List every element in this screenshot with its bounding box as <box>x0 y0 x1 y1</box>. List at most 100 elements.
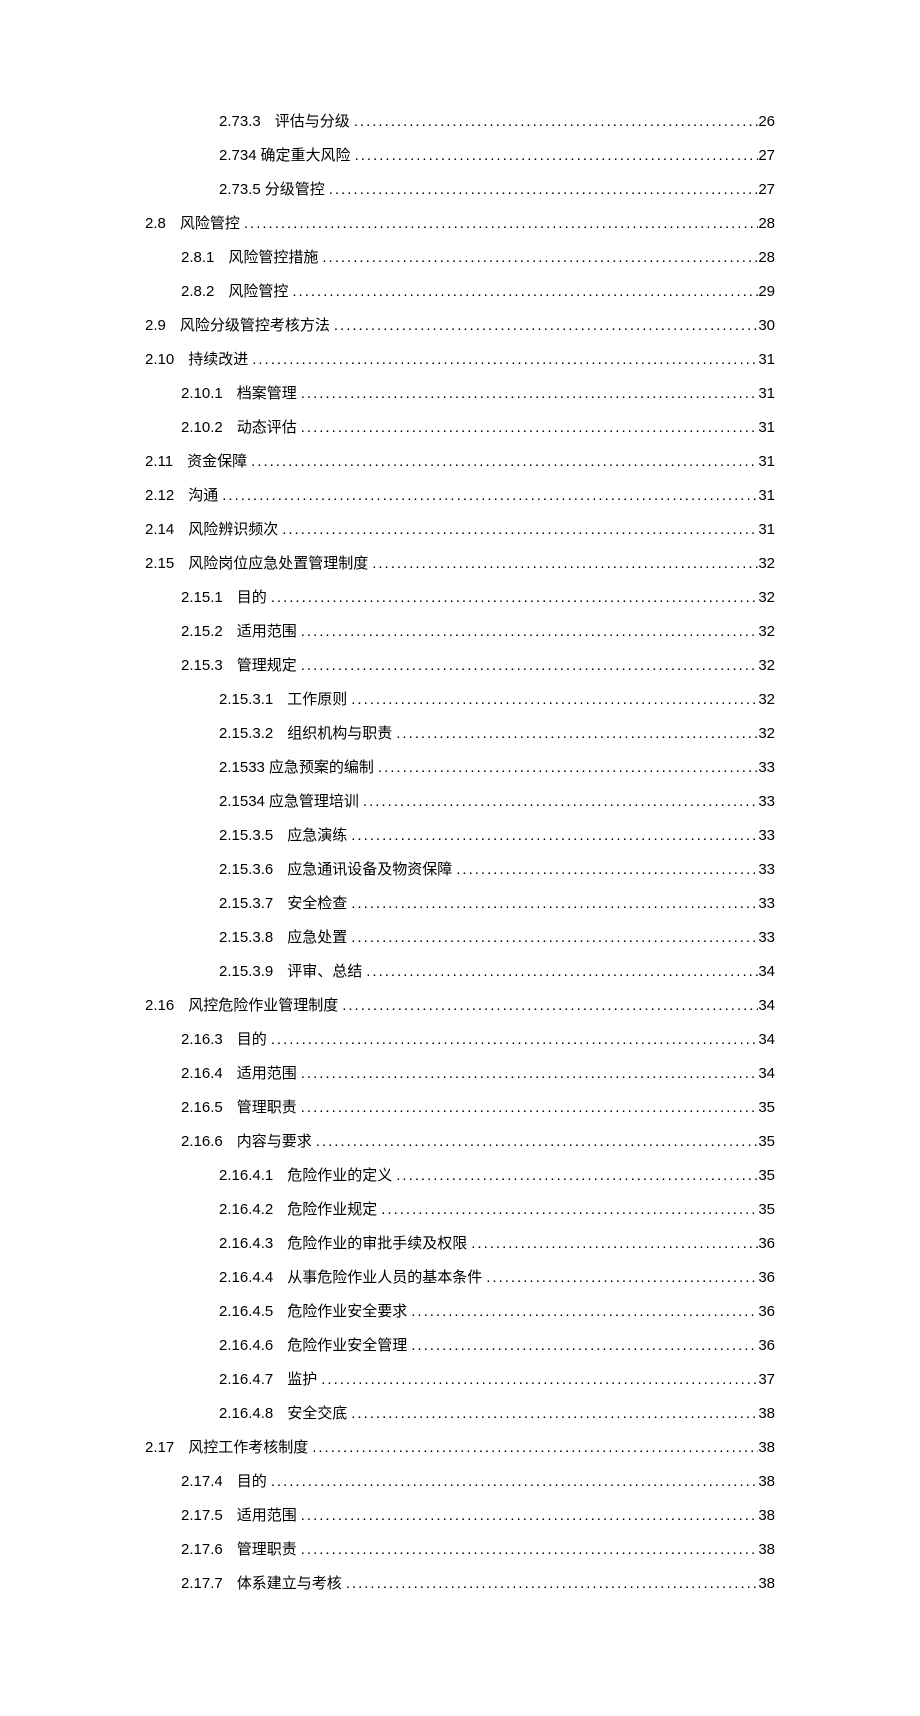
toc-entry-title: 确定重大风险 <box>261 144 351 168</box>
toc-entry[interactable]: 2.8.2风险管控29 <box>145 280 775 304</box>
toc-entry-number: 2.16.6 <box>181 1130 237 1154</box>
toc-entry-number: 2.16.4.6 <box>219 1334 287 1358</box>
toc-entry-number: 2.17.7 <box>181 1572 237 1596</box>
toc-entry[interactable]: 2.15.3.1工作原则32 <box>145 688 775 712</box>
toc-entry-page: 33 <box>758 790 775 814</box>
toc-entry-title: 安全检查 <box>287 892 347 916</box>
toc-entry[interactable]: 2.16.5管理职责35 <box>145 1096 775 1120</box>
toc-entry[interactable]: 2.73.3评估与分级26 <box>145 110 775 134</box>
toc-entry[interactable]: 2.15.3.5应急演练33 <box>145 824 775 848</box>
toc-entry-title: 管理规定 <box>237 654 297 678</box>
toc-leader-dots <box>350 110 759 134</box>
toc-entry-page: 30 <box>758 314 775 338</box>
toc-entry[interactable]: 2.16.4.7监护37 <box>145 1368 775 1392</box>
toc-entry-title: 评审、总结 <box>287 960 362 984</box>
toc-entry[interactable]: 2.12沟通31 <box>145 484 775 508</box>
toc-leader-dots <box>392 722 758 746</box>
toc-entry-title: 适用范围 <box>237 1062 297 1086</box>
toc-entry-title: 风险管控 <box>228 280 288 304</box>
toc-entry[interactable]: 2.17风控工作考核制度38 <box>145 1436 775 1460</box>
toc-entry[interactable]: 2.16.3目的34 <box>145 1028 775 1052</box>
toc-entry[interactable]: 2.15.3.7安全检查33 <box>145 892 775 916</box>
toc-entry-page: 36 <box>758 1334 775 1358</box>
toc-entry[interactable]: 2.15.1目的32 <box>145 586 775 610</box>
toc-entry-number: 2.73.5 <box>219 178 265 202</box>
toc-entry-number: 2.15 <box>145 552 188 576</box>
toc-leader-dots <box>297 1096 759 1120</box>
toc-entry[interactable]: 2.16风控危险作业管理制度34 <box>145 994 775 1018</box>
toc-entry-title: 管理职责 <box>237 1538 297 1562</box>
toc-entry[interactable]: 2.16.4.4从事危险作业人员的基本条件36 <box>145 1266 775 1290</box>
toc-entry-title: 应急通讯设备及物资保障 <box>287 858 452 882</box>
toc-entry-title: 危险作业安全要求 <box>287 1300 407 1324</box>
toc-entry[interactable]: 2.16.4.1危险作业的定义35 <box>145 1164 775 1188</box>
toc-entry[interactable]: 2.15.3.6应急通讯设备及物资保障33 <box>145 858 775 882</box>
toc-entry[interactable]: 2.10.2动态评估31 <box>145 416 775 440</box>
toc-entry[interactable]: 2.16.4.5危险作业安全要求36 <box>145 1300 775 1324</box>
toc-entry[interactable]: 2.17.5适用范围38 <box>145 1504 775 1528</box>
toc-leader-dots <box>330 314 758 338</box>
toc-entry-page: 26 <box>758 110 775 134</box>
toc-entry[interactable]: 2.17.6管理职责38 <box>145 1538 775 1562</box>
toc-entry-page: 31 <box>758 382 775 406</box>
toc-leader-dots <box>452 858 758 882</box>
toc-entry-number: 2.16.4 <box>181 1062 237 1086</box>
toc-entry[interactable]: 2.8.1风险管控措施28 <box>145 246 775 270</box>
toc-entry[interactable]: 2.17.7体系建立与考核38 <box>145 1572 775 1596</box>
toc-entry[interactable]: 2.1534应急管理培训33 <box>145 790 775 814</box>
toc-entry-page: 34 <box>758 994 775 1018</box>
toc-entry[interactable]: 2.15.3.8应急处置33 <box>145 926 775 950</box>
toc-entry[interactable]: 2.15.3.2组织机构与职责32 <box>145 722 775 746</box>
toc-entry[interactable]: 2.16.6内容与要求35 <box>145 1130 775 1154</box>
toc-entry[interactable]: 2.16.4适用范围34 <box>145 1062 775 1086</box>
toc-entry[interactable]: 2.11资金保障31 <box>145 450 775 474</box>
toc-entry-title: 从事危险作业人员的基本条件 <box>287 1266 482 1290</box>
toc-entry-number: 2.8.2 <box>181 280 228 304</box>
toc-entry[interactable]: 2.16.4.8安全交底38 <box>145 1402 775 1426</box>
toc-entry-page: 32 <box>758 688 775 712</box>
toc-entry-number: 2.10.2 <box>181 416 237 440</box>
toc-entry[interactable]: 2.10.1档案管理31 <box>145 382 775 406</box>
toc-entry-title: 危险作业规定 <box>287 1198 377 1222</box>
toc-entry-title: 安全交底 <box>287 1402 347 1426</box>
toc-entry-number: 2.15.1 <box>181 586 237 610</box>
toc-leader-dots <box>267 1028 759 1052</box>
toc-entry[interactable]: 2.16.4.2危险作业规定35 <box>145 1198 775 1222</box>
toc-entry-number: 2.15.3.2 <box>219 722 287 746</box>
toc-entry[interactable]: 2.734确定重大风险27 <box>145 144 775 168</box>
toc-entry[interactable]: 2.8风险管控28 <box>145 212 775 236</box>
toc-entry[interactable]: 2.1533应急预案的编制33 <box>145 756 775 780</box>
toc-leader-dots <box>248 348 758 372</box>
toc-entry-title: 风险管控 <box>180 212 240 236</box>
toc-leader-dots <box>297 1062 759 1086</box>
toc-entry[interactable]: 2.16.4.6危险作业安全管理 36 <box>145 1334 775 1358</box>
toc-entry-page: 35 <box>758 1198 775 1222</box>
toc-entry-page: 38 <box>758 1436 775 1460</box>
toc-entry[interactable]: 2.15风险岗位应急处置管理制度32 <box>145 552 775 576</box>
toc-entry-page: 31 <box>758 416 775 440</box>
toc-leader-dots <box>377 1198 758 1222</box>
toc-entry-number: 2.1533 <box>219 756 269 780</box>
toc-entry-title: 应急处置 <box>287 926 347 950</box>
toc-entry[interactable]: 2.10持续改进31 <box>145 348 775 372</box>
toc-entry[interactable]: 2.15.2适用范围32 <box>145 620 775 644</box>
toc-entry-page: 28 <box>758 212 775 236</box>
toc-entry[interactable]: 2.16.4.3危险作业的审批手续及权限36 <box>145 1232 775 1256</box>
toc-entry-title: 危险作业安全管理 <box>287 1334 407 1358</box>
toc-leader-dots <box>278 518 758 542</box>
toc-entry[interactable]: 2.15.3管理规定32 <box>145 654 775 678</box>
toc-entry[interactable]: 2.9风险分级管控考核方法30 <box>145 314 775 338</box>
toc-entry-page: 28 <box>758 246 775 270</box>
toc-entry[interactable]: 2.17.4目的38 <box>145 1470 775 1494</box>
toc-page: 2.73.3评估与分级262.734确定重大风险272.73.5分级管控272.… <box>0 0 920 1716</box>
toc-entry[interactable]: 2.73.5分级管控27 <box>145 178 775 202</box>
toc-entry-page: 38 <box>758 1572 775 1596</box>
toc-entry-number: 2.17.5 <box>181 1504 237 1528</box>
toc-entry-page: 37 <box>758 1368 775 1392</box>
toc-entry-page: 32 <box>758 654 775 678</box>
toc-entry-number: 2.73.3 <box>219 110 275 134</box>
toc-entry-number: 2.17.4 <box>181 1470 237 1494</box>
toc-entry[interactable]: 2.14风险辨识频次31 <box>145 518 775 542</box>
toc-leader-dots <box>297 416 759 440</box>
toc-entry[interactable]: 2.15.3.9评审、总结34 <box>145 960 775 984</box>
